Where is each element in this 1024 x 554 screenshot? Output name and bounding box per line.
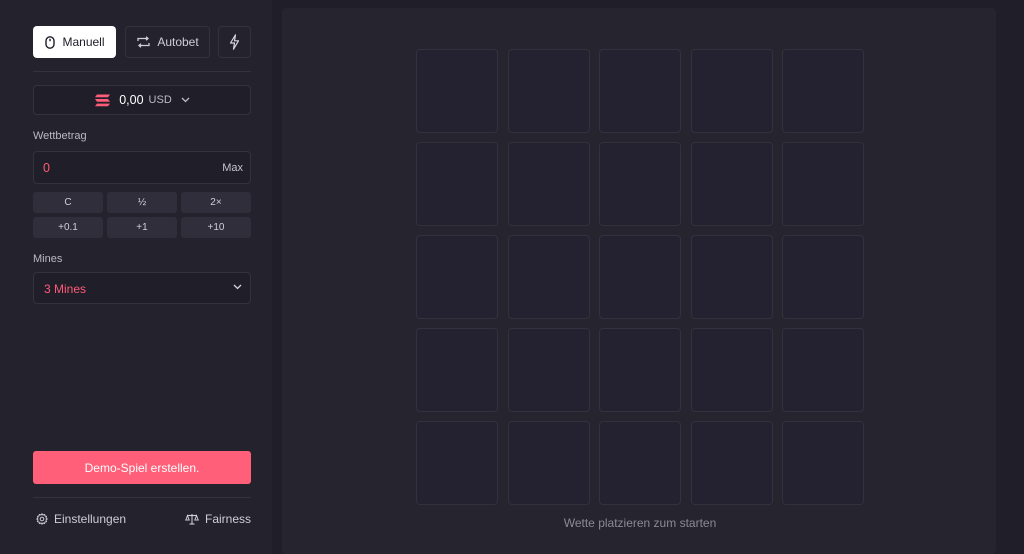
mine-tile[interactable] (782, 235, 864, 319)
fairness-link[interactable]: Fairness (185, 512, 251, 526)
add-0-1-button[interactable]: +0.1 (33, 217, 103, 238)
mine-tile[interactable] (416, 235, 498, 319)
mine-tile[interactable] (782, 142, 864, 226)
settings-link[interactable]: Einstellungen (36, 512, 126, 526)
mine-tile[interactable] (599, 49, 681, 133)
solana-coin-icon (95, 94, 111, 106)
place-bet-hint: Wette platzieren zum starten (563, 516, 717, 530)
half-bet-button[interactable]: ½ (107, 192, 177, 213)
repeat-icon (137, 36, 150, 48)
settings-label: Einstellungen (54, 512, 127, 526)
mine-tile[interactable] (599, 235, 681, 319)
add-1-button[interactable]: +1 (107, 217, 177, 238)
mines-select[interactable]: 3 Mines (33, 272, 251, 304)
divider (33, 71, 251, 72)
mine-tile[interactable] (782, 421, 864, 505)
mine-tile[interactable] (782, 328, 864, 412)
mine-tile[interactable] (690, 328, 773, 412)
mouse-icon (45, 35, 56, 49)
currency-code: USD (148, 94, 172, 106)
bet-amount-label: Wettbetrag (33, 130, 87, 142)
mine-tile[interactable] (416, 142, 498, 226)
mine-tile[interactable] (599, 142, 681, 226)
chevron-down-icon (181, 97, 190, 103)
currency-selector[interactable]: 0,00 USD (33, 85, 251, 115)
fairness-label: Fairness (205, 512, 252, 526)
mine-tile[interactable] (690, 235, 773, 319)
chevron-down-icon (233, 284, 242, 290)
tab-manual[interactable]: Manuell (33, 26, 116, 58)
tab-manual-label: Manuell (62, 35, 105, 49)
mode-tabs: Manuell Autobet (33, 26, 251, 58)
mine-tile[interactable] (416, 421, 498, 505)
mine-tile[interactable] (690, 421, 773, 505)
mine-tile[interactable] (690, 142, 773, 226)
scale-icon (185, 514, 199, 525)
mine-tile[interactable] (507, 235, 590, 319)
divider (33, 497, 251, 498)
mines-label: Mines (33, 253, 63, 265)
mine-tile[interactable] (416, 49, 498, 133)
clear-bet-button[interactable]: C (33, 192, 103, 213)
bet-amount-value: 0 (43, 161, 50, 175)
mine-tile[interactable] (690, 49, 773, 133)
mines-selected-value: 3 Mines (44, 282, 87, 296)
mine-tile[interactable] (507, 328, 590, 412)
mine-tile[interactable] (507, 421, 590, 505)
lightning-icon (229, 34, 240, 50)
mine-tile[interactable] (416, 328, 498, 412)
tab-turbo[interactable] (218, 26, 251, 58)
mine-tile[interactable] (782, 49, 864, 133)
balance-amount: 0,00 (119, 93, 144, 107)
mine-tile[interactable] (507, 142, 590, 226)
max-button[interactable]: Max (222, 162, 243, 174)
double-bet-button[interactable]: 2× (181, 192, 251, 213)
tab-autobet-label: Autobet (157, 35, 199, 49)
add-10-button[interactable]: +10 (181, 217, 251, 238)
mine-tile[interactable] (507, 49, 590, 133)
mine-tile[interactable] (599, 421, 681, 505)
bet-amount-input[interactable]: 0 Max (33, 151, 251, 184)
tab-autobet[interactable]: Autobet (125, 26, 210, 58)
gear-icon (36, 513, 48, 525)
bet-sidebar: Manuell Autobet 0,00 USD Wettbetrag 0 Ma… (0, 0, 272, 554)
mine-tile[interactable] (599, 328, 681, 412)
create-demo-game-button[interactable]: Demo-Spiel erstellen. (33, 451, 251, 484)
